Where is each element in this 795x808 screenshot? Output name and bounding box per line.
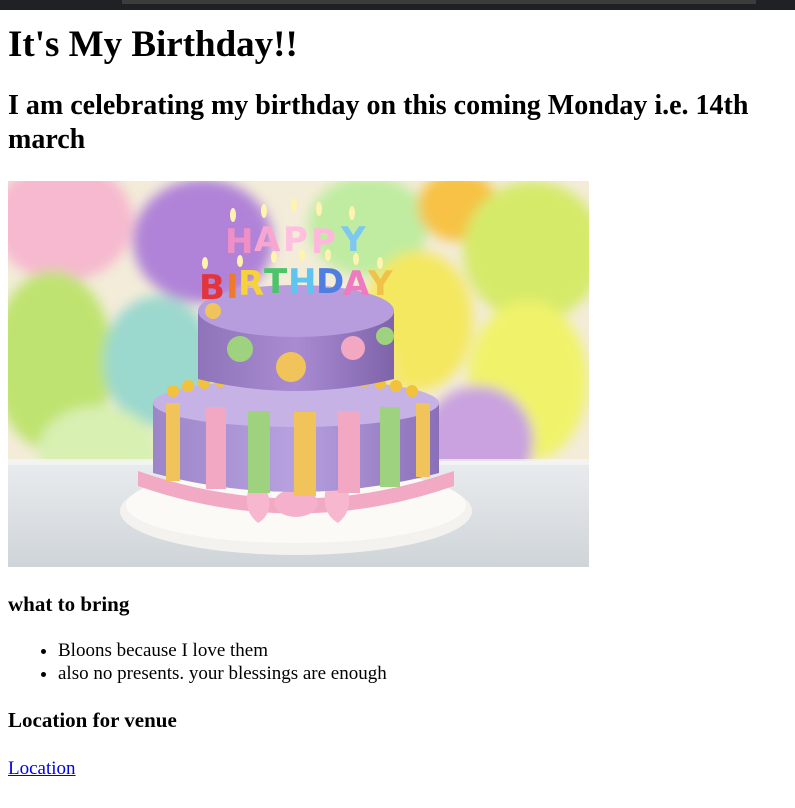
svg-text:A: A: [343, 264, 370, 304]
svg-text:Y: Y: [340, 220, 366, 260]
page-title: It's My Birthday!!: [8, 24, 298, 65]
location-link[interactable]: Location: [8, 757, 76, 780]
browser-topbar: [0, 0, 795, 10]
birthday-cake-image: H A P P Y B I R T H D A Y: [8, 181, 589, 567]
bring-list: Bloons because I love them also no prese…: [8, 639, 788, 685]
svg-text:H: H: [288, 262, 316, 302]
browser-address-area: [122, 0, 756, 4]
location-heading: Location for venue: [8, 708, 177, 732]
page-content: It's My Birthday!! I am celebrating my b…: [8, 10, 788, 780]
bring-heading: what to bring: [8, 592, 130, 616]
svg-text:P: P: [311, 222, 336, 262]
svg-text:D: D: [316, 262, 344, 302]
svg-text:R: R: [238, 264, 264, 304]
list-item: Bloons because I love them: [58, 639, 788, 662]
page-subtitle: I am celebrating my birthday on this com…: [8, 90, 749, 155]
svg-text:I: I: [226, 267, 239, 307]
list-item: also no presents. your blessings are eno…: [58, 662, 788, 685]
svg-text:B: B: [199, 268, 225, 308]
svg-text:A: A: [254, 220, 281, 260]
svg-text:T: T: [264, 262, 288, 302]
svg-text:Y: Y: [367, 264, 393, 304]
